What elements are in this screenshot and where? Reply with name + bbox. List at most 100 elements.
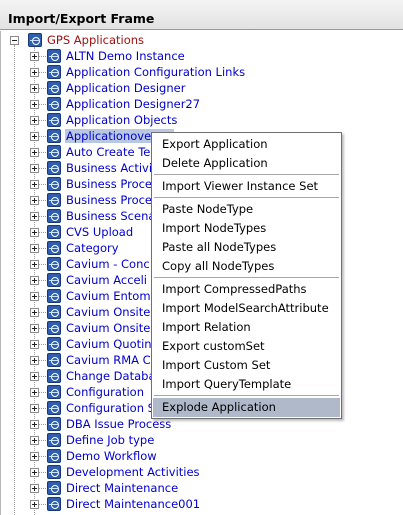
menu-item-delete-application[interactable]: Delete Application [153, 154, 340, 173]
tree-connector-line [39, 248, 46, 249]
tree-node-label[interactable]: Application Designer27 [65, 97, 201, 111]
menu-item-paste-all-nodetypes[interactable]: Paste all NodeTypes [153, 238, 340, 257]
tree-root-label[interactable]: GPS Applications [46, 33, 145, 47]
expand-icon[interactable] [30, 372, 39, 381]
expand-icon[interactable] [30, 52, 39, 61]
tree-node-label[interactable]: Cavium Acceli [65, 273, 148, 287]
expand-icon[interactable] [30, 148, 39, 157]
tree-connector-line [39, 328, 46, 329]
frame-title: Import/Export Frame [8, 11, 155, 26]
expand-icon[interactable] [30, 356, 39, 365]
tree-node-label[interactable]: Define Job type [65, 433, 155, 447]
tree-node-label[interactable]: Direct Maintenance001 [65, 497, 201, 511]
menu-item-import-nodetypes[interactable]: Import NodeTypes [153, 219, 340, 238]
collapse-icon[interactable] [10, 36, 19, 45]
menu-item-export-application[interactable]: Export Application [153, 135, 340, 154]
tree-node-label[interactable]: Application Designer [65, 81, 186, 95]
expand-icon[interactable] [30, 388, 39, 397]
tree-connector-line [39, 88, 46, 89]
tree-connector-line [39, 392, 46, 393]
menu-item-import-relation[interactable]: Import Relation [153, 318, 340, 337]
tree-node-label[interactable]: Cavium Onsite [65, 305, 151, 319]
tree-connector-line [39, 264, 46, 265]
tree-node-label[interactable]: Demo Workflow [65, 449, 158, 463]
expand-icon[interactable] [30, 260, 39, 269]
application-node-icon [47, 417, 61, 431]
tree-node-label[interactable]: Business Activi [65, 161, 153, 175]
menu-item-import-viewer-instance-set[interactable]: Import Viewer Instance Set [153, 177, 340, 196]
menu-item-import-custom-set[interactable]: Import Custom Set [153, 356, 340, 375]
application-node-icon [47, 129, 61, 143]
tree-connector-line [39, 456, 46, 457]
expand-icon[interactable] [30, 164, 39, 173]
application-node-icon [47, 65, 61, 79]
tree-node-label[interactable]: Application Objects [65, 113, 178, 127]
menu-item-import-querytemplate[interactable]: Import QueryTemplate [153, 375, 340, 394]
application-node-icon [47, 81, 61, 95]
tree-node-label[interactable]: Cavium Entom [65, 289, 152, 303]
expand-icon[interactable] [30, 276, 39, 285]
application-node-icon [47, 49, 61, 63]
expand-icon[interactable] [30, 244, 39, 253]
tree-connector-line [39, 200, 46, 201]
expand-icon[interactable] [30, 500, 39, 509]
tree-node-label[interactable]: Business Scena [65, 209, 156, 223]
tree-connector-line [39, 168, 46, 169]
tree-connector-line [39, 184, 46, 185]
expand-icon[interactable] [30, 212, 39, 221]
menu-separator [154, 174, 339, 175]
expand-icon[interactable] [30, 452, 39, 461]
tree-node-label[interactable]: ALTN Demo Instance [65, 49, 186, 63]
tree-node-label[interactable]: Direct Maintenance [65, 481, 179, 495]
menu-item-import-modelsearchattribute[interactable]: Import ModelSearchAttribute [153, 299, 340, 318]
context-menu[interactable]: Export Application Delete Application Impo… [151, 132, 342, 419]
expand-icon[interactable] [30, 468, 39, 477]
application-tree-icon [28, 33, 42, 47]
expand-icon[interactable] [30, 340, 39, 349]
expand-icon[interactable] [30, 292, 39, 301]
application-node-icon [47, 113, 61, 127]
tree-node-label[interactable]: DBA Issue Process [65, 417, 172, 431]
tree-connector-line [39, 424, 46, 425]
expand-icon[interactable] [30, 308, 39, 317]
tree-node-label[interactable]: Category [65, 241, 120, 255]
tree-node-label[interactable]: CVS Upload [65, 225, 134, 239]
expand-icon[interactable] [30, 132, 39, 141]
tree-connector-line [39, 136, 46, 137]
tree-node-label[interactable]: Cavium Onsite [65, 321, 151, 335]
expand-icon[interactable] [30, 484, 39, 493]
tree-node-label[interactable]: Cavium - Conc [65, 257, 151, 271]
application-node-icon [47, 497, 61, 511]
expand-icon[interactable] [30, 84, 39, 93]
menu-separator [154, 277, 339, 278]
tree-node-label[interactable]: Configuration S [65, 401, 156, 415]
expand-icon[interactable] [30, 100, 39, 109]
expand-icon[interactable] [30, 228, 39, 237]
application-node-icon [47, 145, 61, 159]
expand-icon[interactable] [30, 436, 39, 445]
tree-node-label[interactable]: Cavium Quotin [65, 337, 153, 351]
menu-item-copy-all-nodetypes[interactable]: Copy all NodeTypes [153, 257, 340, 276]
tree-node-label[interactable]: Auto Create Te [65, 145, 151, 159]
expand-icon[interactable] [30, 180, 39, 189]
tree-node-label[interactable]: Cavium RMA C [65, 353, 152, 367]
tree-connector-line [39, 472, 46, 473]
expand-icon[interactable] [30, 68, 39, 77]
tree-connector-line [39, 344, 46, 345]
tree-node-label[interactable]: Business Proce [65, 177, 153, 191]
expand-icon[interactable] [30, 404, 39, 413]
application-node-icon [47, 369, 61, 383]
expand-icon[interactable] [30, 324, 39, 333]
menu-item-import-compressedpaths[interactable]: Import CompressedPaths [153, 280, 340, 299]
tree-node-label[interactable]: Application Configuration Links [65, 65, 246, 79]
expand-icon[interactable] [30, 116, 39, 125]
expand-icon[interactable] [30, 196, 39, 205]
tree-node-label[interactable]: Business Proce [65, 193, 153, 207]
tree-node-label[interactable]: Configuration [65, 385, 145, 399]
tree-node-label[interactable]: Change Databa [65, 369, 157, 383]
menu-item-export-customset[interactable]: Export customSet [153, 337, 340, 356]
menu-item-explode-application[interactable]: Explode Application [153, 398, 340, 417]
expand-icon[interactable] [30, 420, 39, 429]
tree-node-label[interactable]: Development Activities [65, 465, 201, 479]
menu-item-paste-nodetype[interactable]: Paste NodeType [153, 200, 340, 219]
